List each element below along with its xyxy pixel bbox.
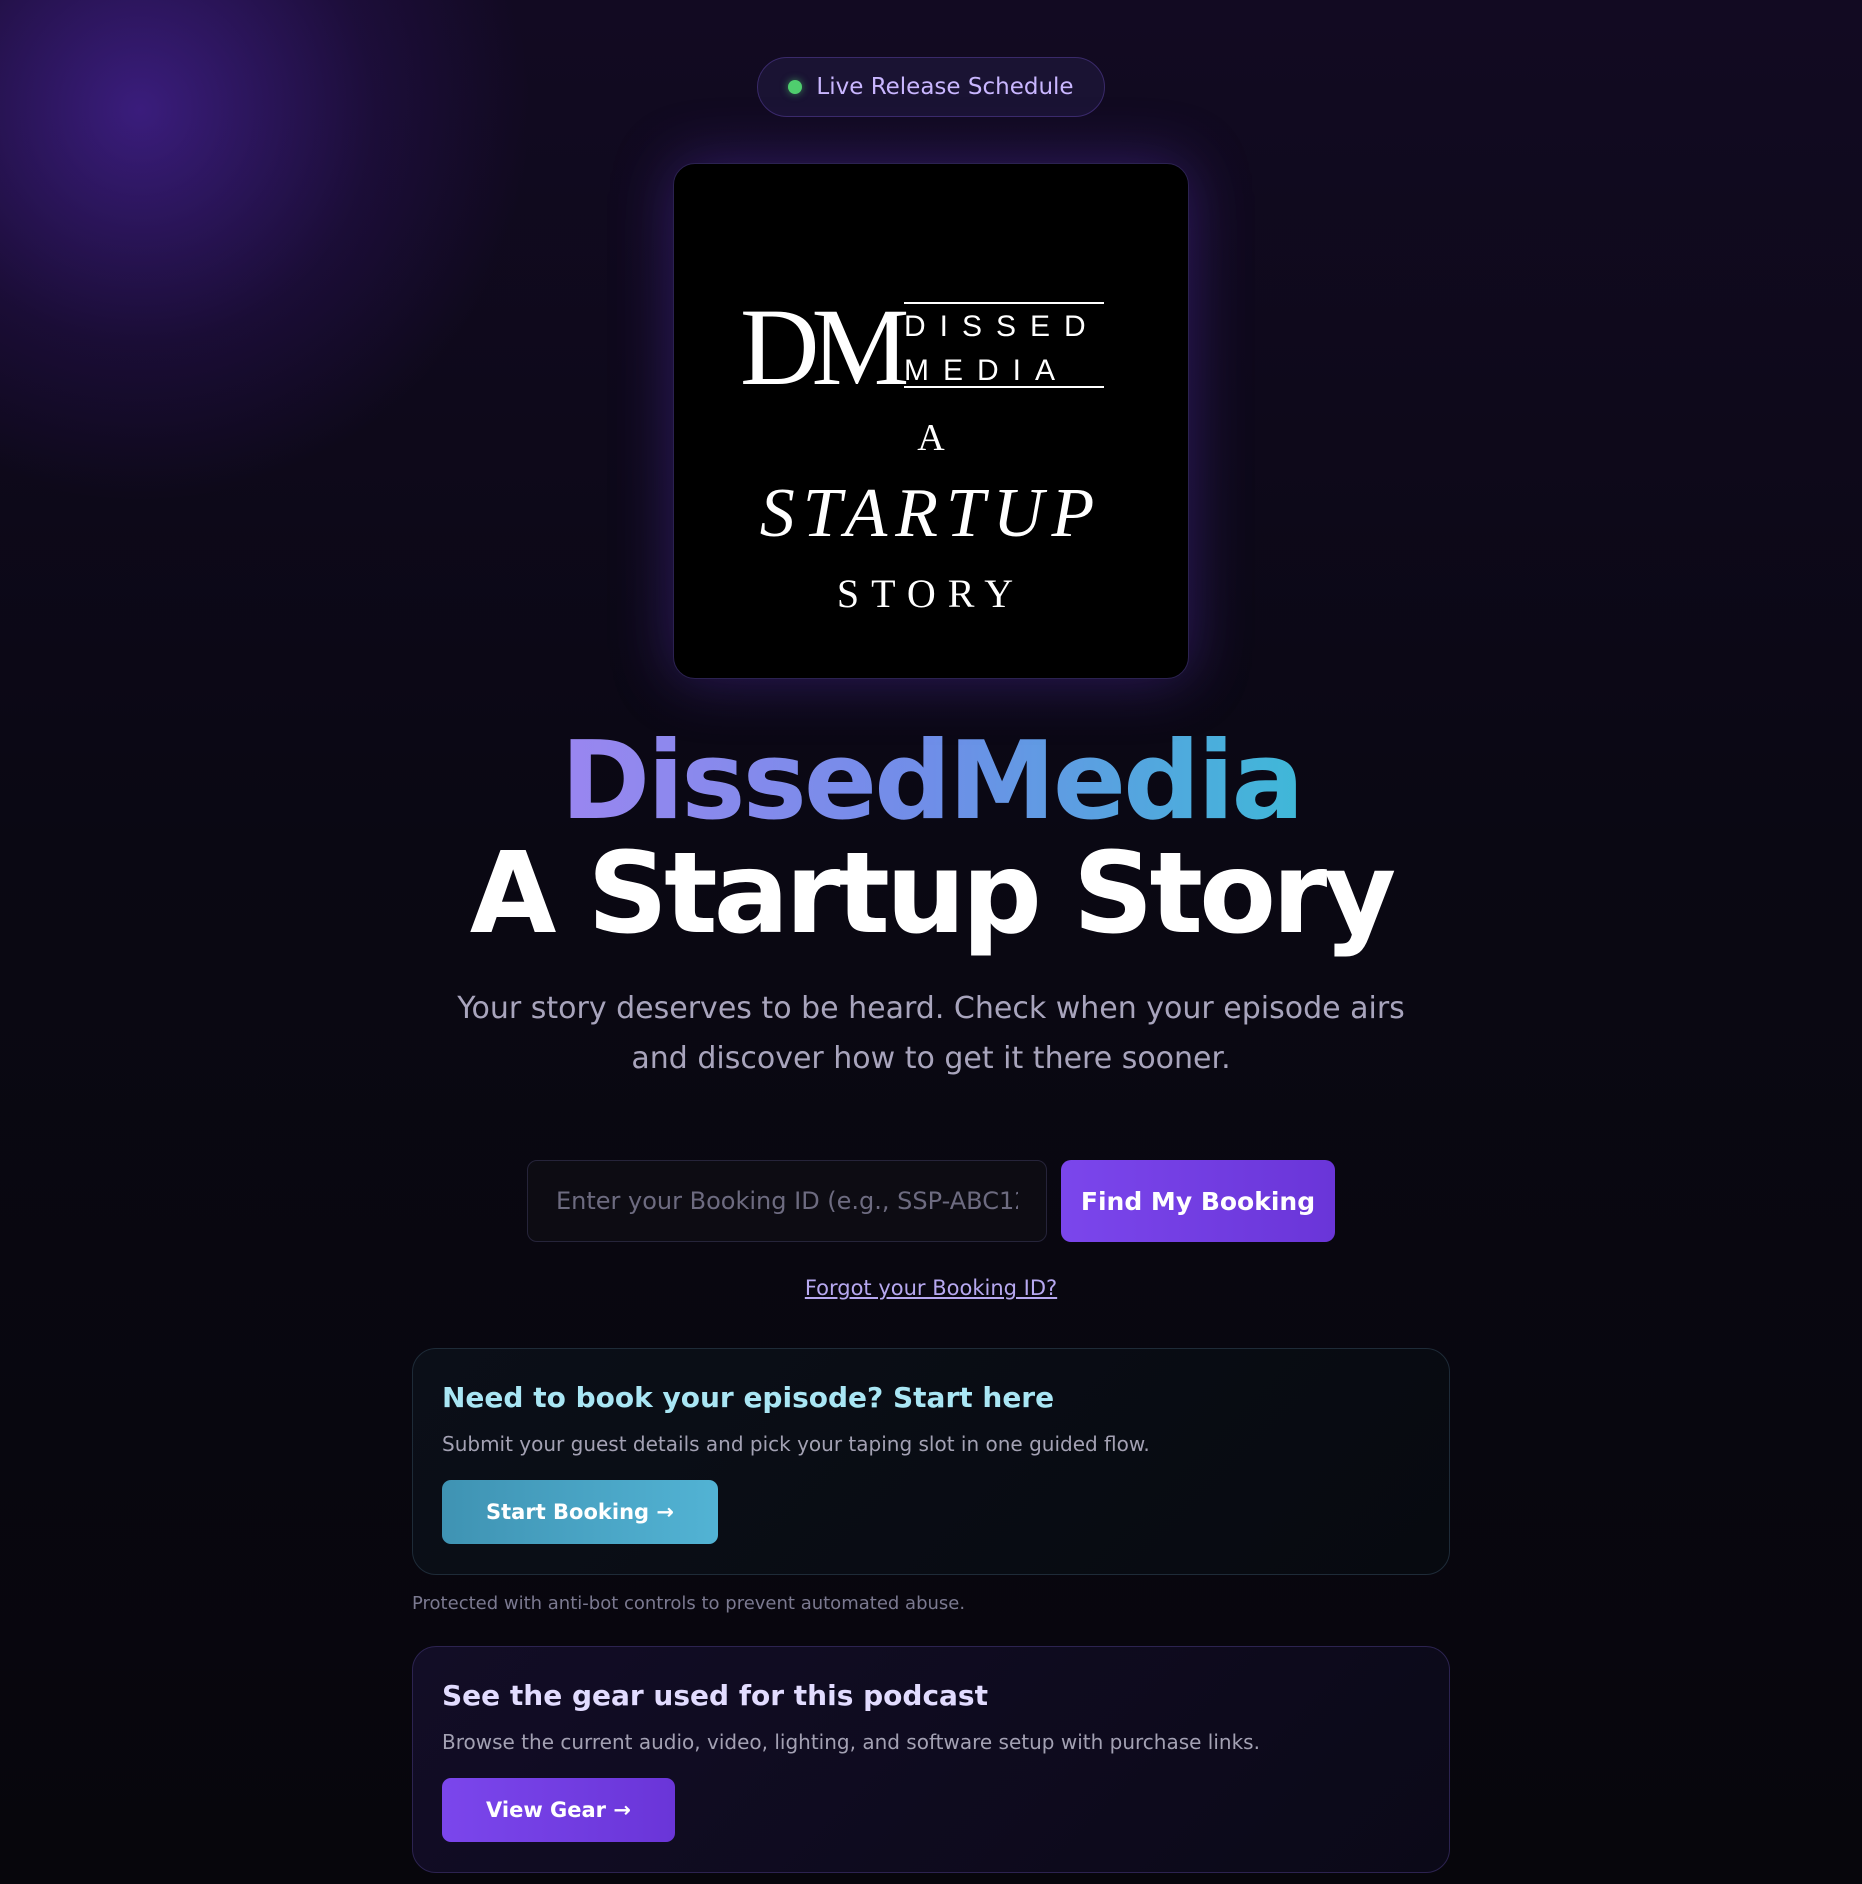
view-gear-button[interactable]: View Gear → — [442, 1778, 675, 1843]
cover-text-startup: STARTUP — [759, 475, 1103, 552]
gear-card: See the gear used for this podcast Brows… — [412, 1646, 1450, 1874]
start-booking-description: Submit your guest details and pick your … — [442, 1432, 1150, 1457]
brand-name: DissedMedia — [560, 719, 1305, 844]
start-booking-title: Need to book your episode? Start here — [442, 1381, 1055, 1415]
anti-bot-note: Protected with anti-bot controls to prev… — [412, 1593, 966, 1615]
hero-subtitle: Your story deserves to be heard. Check w… — [457, 991, 1405, 1077]
live-release-label: Live Release Schedule — [816, 74, 1074, 100]
cover-text-a: A — [917, 417, 945, 459]
start-booking-button[interactable]: Start Booking → — [442, 1480, 718, 1545]
cover-logo-rule-bottom — [904, 386, 1104, 388]
booking-id-input[interactable] — [527, 1160, 1047, 1243]
forgot-booking-id-link[interactable]: Forgot your Booking ID? — [805, 1276, 1057, 1300]
gear-card-title: See the gear used for this podcast — [442, 1679, 988, 1713]
cover-logo-media: MEDIA — [904, 354, 1070, 387]
podcast-cover-art: DM DISSED MEDIA A STARTUP STORY — [673, 163, 1189, 679]
cover-logo-mark: DM — [740, 286, 909, 408]
live-release-badge[interactable]: Live Release Schedule — [757, 57, 1105, 117]
booking-search-form: Find My Booking — [527, 1160, 1335, 1243]
gear-card-description: Browse the current audio, video, lightin… — [442, 1730, 1260, 1755]
page-root: Live Release Schedule DM DISSED MEDIA A … — [0, 0, 1862, 1874]
start-booking-card: Need to book your episode? Start here Su… — [412, 1348, 1450, 1576]
cover-text-story: STORY — [836, 571, 1026, 616]
page-title: A Startup Story — [469, 829, 1397, 960]
find-my-booking-button[interactable]: Find My Booking — [1061, 1160, 1335, 1243]
cover-logo-dissed: DISSED — [904, 310, 1100, 343]
live-status-dot-icon — [788, 80, 803, 94]
cover-logo-rule-top — [904, 302, 1104, 304]
